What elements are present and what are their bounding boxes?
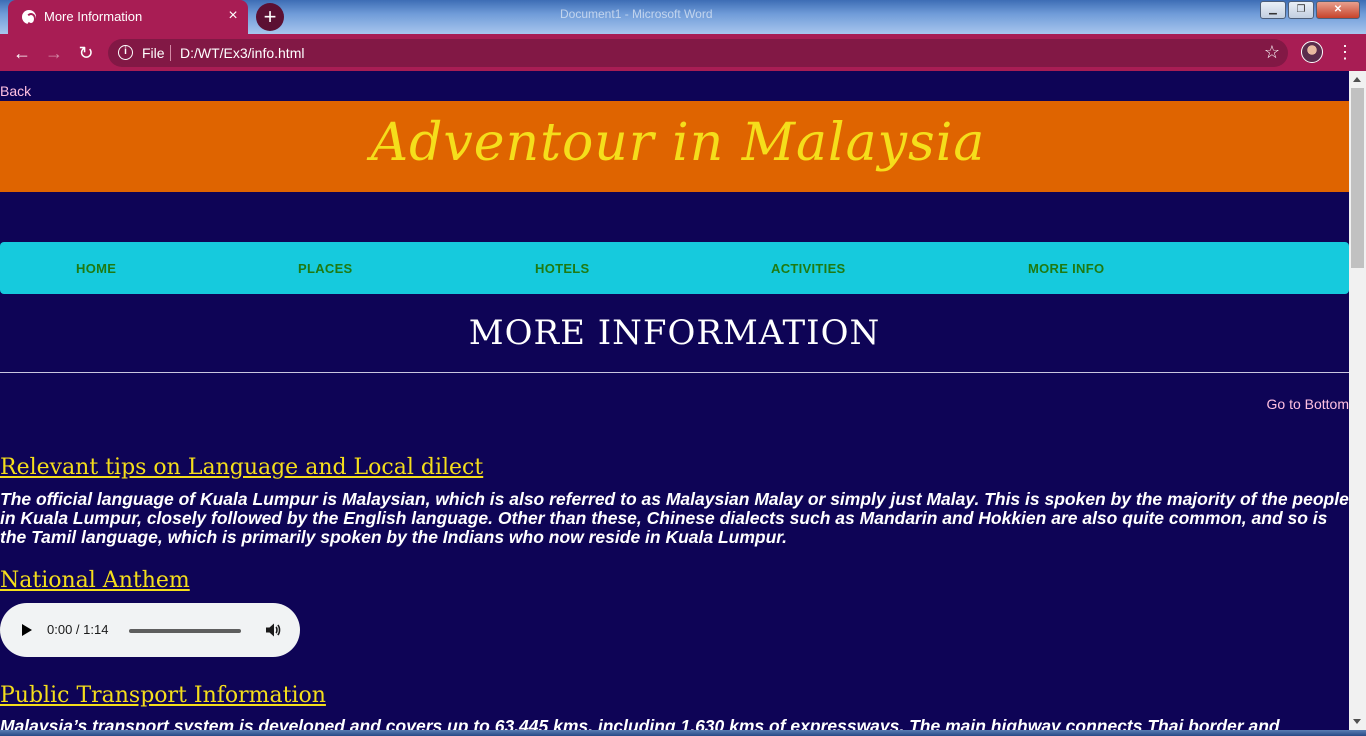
minimize-button[interactable]: ▁ (1260, 1, 1286, 19)
page-viewport: Back Adventour in Malaysia HOME PLACES H… (0, 71, 1349, 730)
browser-tab[interactable]: More Information × (8, 0, 248, 34)
window-title: Document1 - Microsoft Word (560, 7, 713, 21)
browser-toolbar: ← → ↻ i File D:/WT/Ex3/info.html ☆ (0, 34, 1366, 71)
scrollbar-thumb[interactable] (1351, 88, 1364, 268)
page-title: MORE INFORMATION (468, 313, 881, 353)
nav-item-more-info[interactable]: MORE INFO (1028, 261, 1104, 276)
nav-item-places[interactable]: PLACES (298, 261, 353, 276)
site-title: Adventour in Malaysia (370, 113, 986, 173)
globe-icon (22, 10, 36, 25)
tab-close-icon[interactable]: × (224, 6, 242, 26)
play-icon[interactable] (22, 624, 32, 636)
os-taskbar (0, 730, 1366, 736)
scroll-down-icon[interactable] (1353, 719, 1361, 724)
omnibox-divider (170, 45, 171, 61)
close-window-button[interactable]: ✕ (1316, 1, 1360, 19)
section-text-language: The official language of Kuala Lumpur is… (0, 489, 1349, 547)
nav-item-activities[interactable]: ACTIVITIES (771, 261, 846, 276)
info-icon[interactable]: i (118, 45, 133, 60)
section-heading-anthem[interactable]: National Anthem (0, 568, 190, 593)
tab-title: More Information (44, 9, 143, 24)
star-icon[interactable]: ☆ (1264, 42, 1280, 63)
volume-icon[interactable] (264, 621, 282, 639)
section-heading-language[interactable]: Relevant tips on Language and Local dile… (0, 455, 483, 480)
section-heading-transport[interactable]: Public Transport Information (0, 683, 326, 708)
audio-progress-slider[interactable] (129, 629, 241, 633)
audio-player: 0:00 / 1:14 (0, 603, 300, 657)
site-banner: Adventour in Malaysia (0, 101, 1349, 192)
back-link[interactable]: Back (0, 83, 31, 99)
nav-item-home[interactable]: HOME (76, 261, 116, 276)
scheme-label: File (142, 45, 165, 61)
profile-avatar[interactable] (1301, 41, 1323, 63)
kebab-menu-icon[interactable]: ⋮ (1336, 41, 1354, 63)
vertical-scrollbar[interactable] (1349, 71, 1366, 730)
main-navbar: HOME PLACES HOTELS ACTIVITIES MORE INFO (0, 242, 1349, 294)
go-to-bottom-link[interactable]: Go to Bottom (1267, 396, 1349, 412)
window-titlebar: More Information × + Document1 - Microso… (0, 0, 1366, 34)
url-text[interactable]: D:/WT/Ex3/info.html (180, 45, 304, 61)
reload-icon[interactable]: ↻ (74, 41, 98, 65)
section-text-transport: Malaysia’s transport system is developed… (0, 716, 1280, 731)
maximize-button[interactable]: ❐ (1288, 1, 1314, 19)
address-bar[interactable]: i File D:/WT/Ex3/info.html ☆ (108, 39, 1288, 67)
forward-arrow-icon[interactable]: → (42, 41, 66, 65)
back-arrow-icon[interactable]: ← (10, 41, 34, 65)
window-controls: ▁ ❐ ✕ (1260, 1, 1360, 19)
audio-time: 0:00 / 1:14 (47, 622, 109, 637)
nav-item-hotels[interactable]: HOTELS (535, 261, 590, 276)
new-tab-button[interactable]: + (256, 3, 284, 31)
scroll-up-icon[interactable] (1353, 77, 1361, 82)
horizontal-rule (0, 372, 1349, 373)
